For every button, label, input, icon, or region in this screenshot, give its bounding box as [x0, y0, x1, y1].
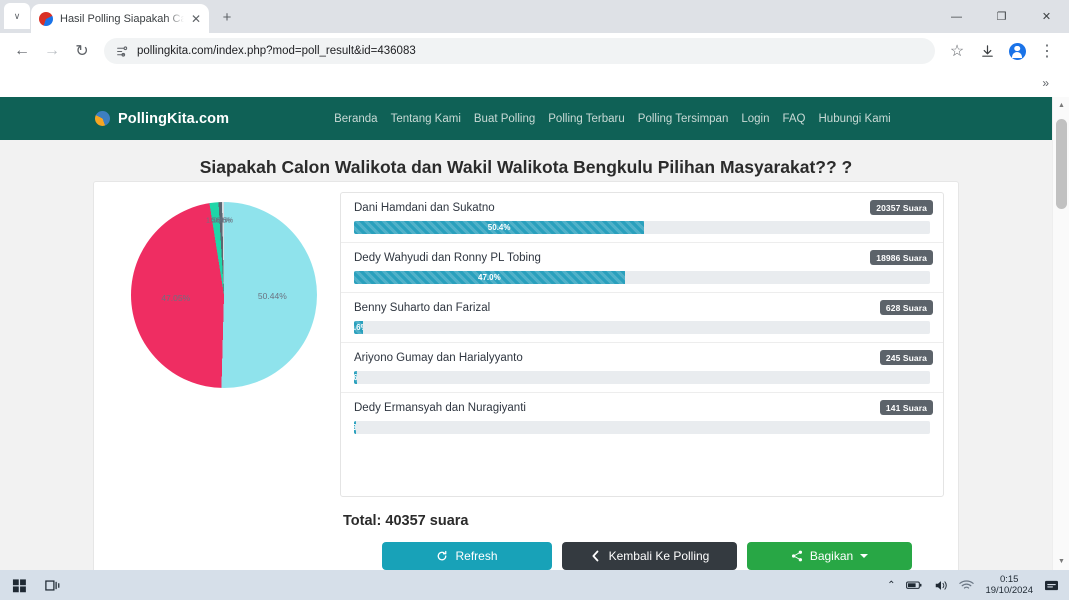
progress-fill: 0.3% — [354, 421, 356, 434]
poll-circle-icon — [39, 11, 53, 26]
pie-slice-label: 47.05% — [161, 293, 191, 304]
nav-item-login[interactable]: Login — [741, 113, 769, 125]
refresh-button[interactable]: Refresh — [382, 542, 552, 570]
share-button[interactable]: Bagikan — [747, 542, 912, 570]
scrollbar-thumb[interactable] — [1056, 119, 1067, 209]
chevron-down-icon — [860, 553, 869, 562]
wifi-icon[interactable] — [959, 579, 975, 591]
option-name: Dedy Wahyudi dan Ronny PL Tobing — [354, 252, 541, 264]
tab-title: Hasil Polling Siapakah Calon W... — [60, 12, 184, 25]
page-title: Siapakah Calon Walikota dan Wakil Waliko… — [199, 157, 853, 177]
browser-menu-icon[interactable]: ⋮ — [1033, 37, 1061, 65]
progress-track: 47.0% — [354, 271, 930, 284]
pie-chart-container: 50.44% 47.05% 1.56% 0.61% 0.35% — [108, 192, 340, 570]
site-header: PollingKita.com Beranda Tentang Kami Bua… — [0, 97, 1052, 140]
result-row: Dani Hamdani dan Sukatno 20357 Suara 50.… — [341, 193, 943, 243]
reload-icon[interactable]: ↻ — [68, 37, 96, 65]
option-name: Dedy Ermansyah dan Nuragiyanti — [354, 402, 526, 414]
nav-item-faq[interactable]: FAQ — [782, 113, 805, 125]
progress-track: 50.4% — [354, 221, 930, 234]
taskbar-clock[interactable]: 0:15 19/10/2024 — [985, 574, 1033, 597]
vote-badge: 20357 Suara — [870, 200, 933, 215]
pie-chart: 50.44% 47.05% 1.56% 0.61% 0.35% — [131, 202, 317, 388]
maximize-button[interactable]: ❐ — [979, 0, 1024, 33]
vote-badge: 18986 Suara — [870, 250, 933, 265]
vote-badge: 628 Suara — [879, 300, 933, 315]
browser-tab[interactable]: Hasil Polling Siapakah Calon W... ✕ — [31, 4, 209, 33]
total-votes: Total: 40357 suara — [343, 513, 469, 529]
tab-search-button[interactable]: ∨ — [4, 3, 30, 29]
nav-item-polling-terbaru[interactable]: Polling Terbaru — [548, 113, 625, 125]
progress-track: 0.3% — [354, 421, 930, 434]
tray-overflow-icon[interactable]: ⌃ — [887, 580, 895, 591]
window-controls: — ❐ ✕ — [934, 0, 1069, 33]
progress-fill: 47.0% — [354, 271, 625, 284]
progress-track: 0.6% — [354, 371, 930, 384]
results-list: Dani Hamdani dan Sukatno 20357 Suara 50.… — [340, 192, 944, 497]
pollingkita-logo-icon — [95, 111, 110, 126]
poll-result-card: 50.44% 47.05% 1.56% 0.61% 0.35% Dani Hamdani… — [93, 181, 959, 570]
site-brand[interactable]: PollingKita.com — [95, 111, 229, 127]
result-row: Dedy Wahyudi dan Ronny PL Tobing 18986 S… — [341, 243, 943, 293]
progress-fill: 0.6% — [354, 371, 358, 384]
refresh-label: Refresh — [455, 549, 498, 563]
pie-slice-label: 0.35% — [213, 217, 234, 225]
share-label: Bagikan — [809, 549, 854, 563]
battery-icon[interactable] — [906, 579, 923, 591]
clock-date: 19/10/2024 — [985, 585, 1033, 596]
arrow-left-icon — [592, 550, 599, 562]
refresh-icon — [438, 550, 447, 561]
close-icon[interactable]: ✕ — [191, 13, 201, 25]
progress-fill: 50.4% — [354, 221, 645, 234]
result-row: Dedy Ermansyah dan Nuragiyanti 141 Suara… — [341, 393, 943, 442]
scroll-down-arrow-icon[interactable]: ▼ — [1053, 553, 1069, 570]
progress-track: 1.6% — [354, 321, 930, 334]
back-icon[interactable]: ← — [8, 37, 36, 65]
site-nav: Beranda Tentang Kami Buat Polling Pollin… — [334, 113, 891, 125]
page-scrollbar[interactable]: ▲ ▼ — [1052, 97, 1069, 570]
back-label: Kembali Ke Polling — [608, 549, 710, 563]
forward-icon[interactable]: → — [38, 37, 66, 65]
close-window-button[interactable]: ✕ — [1024, 0, 1069, 33]
nav-item-hubungi-kami[interactable]: Hubungi Kami — [819, 113, 891, 125]
option-name: Dani Hamdani dan Sukatno — [354, 202, 495, 214]
action-buttons: Refresh Kembali Ke Polling Bagikan — [382, 542, 944, 570]
pie-slice-label: 50.44% — [257, 290, 287, 301]
url-text: pollingkita.com/index.php?mod=poll_resul… — [137, 45, 416, 57]
nav-item-buat-polling[interactable]: Buat Polling — [474, 113, 535, 125]
nav-item-polling-tersimpan[interactable]: Polling Tersimpan — [638, 113, 729, 125]
nav-item-tentang-kami[interactable]: Tentang Kami — [391, 113, 461, 125]
result-row: Ariyono Gumay dan Harialyyanto 245 Suara… — [341, 343, 943, 393]
task-view-icon[interactable] — [45, 578, 61, 593]
notification-icon[interactable] — [1044, 579, 1059, 592]
progress-fill: 1.6% — [354, 321, 364, 334]
result-row: Benny Suharto dan Farizal 628 Suara 1.6% — [341, 293, 943, 343]
share-icon — [791, 550, 802, 562]
nav-item-beranda[interactable]: Beranda — [334, 113, 377, 125]
option-name: Ariyono Gumay dan Harialyyanto — [354, 352, 523, 364]
bookmarks-bar: » — [0, 69, 1069, 97]
minimize-button[interactable]: — — [934, 0, 979, 33]
vote-badge: 141 Suara — [879, 400, 933, 415]
clock-time: 0:15 — [999, 573, 1019, 585]
bookmark-star-icon[interactable]: ☆ — [943, 37, 971, 65]
start-icon[interactable] — [12, 578, 27, 593]
browser-toolbar: ← → ↻ pollingkita.com/index.php?mod=poll… — [0, 33, 1069, 69]
option-name: Benny Suharto dan Farizal — [354, 302, 491, 314]
scroll-up-arrow-icon[interactable]: ▲ — [1053, 97, 1069, 114]
vote-badge: 245 Suara — [879, 350, 933, 365]
brand-name: PollingKita.com — [118, 110, 230, 127]
download-icon[interactable] — [973, 37, 1001, 65]
page-viewport: PollingKita.com Beranda Tentang Kami Bua… — [0, 97, 1069, 570]
address-bar[interactable]: pollingkita.com/index.php?mod=poll_resul… — [104, 38, 935, 64]
back-to-poll-button[interactable]: Kembali Ke Polling — [562, 542, 737, 570]
site-settings-icon[interactable] — [116, 45, 129, 58]
new-tab-button[interactable]: + — [214, 4, 240, 30]
windows-taskbar: ⌃ 0:15 19/10/2024 — [0, 570, 1069, 600]
volume-icon[interactable] — [934, 579, 948, 592]
bookmarks-overflow-icon[interactable]: » — [1042, 76, 1049, 90]
tab-strip: ∨ Hasil Polling Siapakah Calon W... ✕ + … — [0, 0, 1069, 33]
profile-avatar[interactable] — [1003, 37, 1031, 65]
